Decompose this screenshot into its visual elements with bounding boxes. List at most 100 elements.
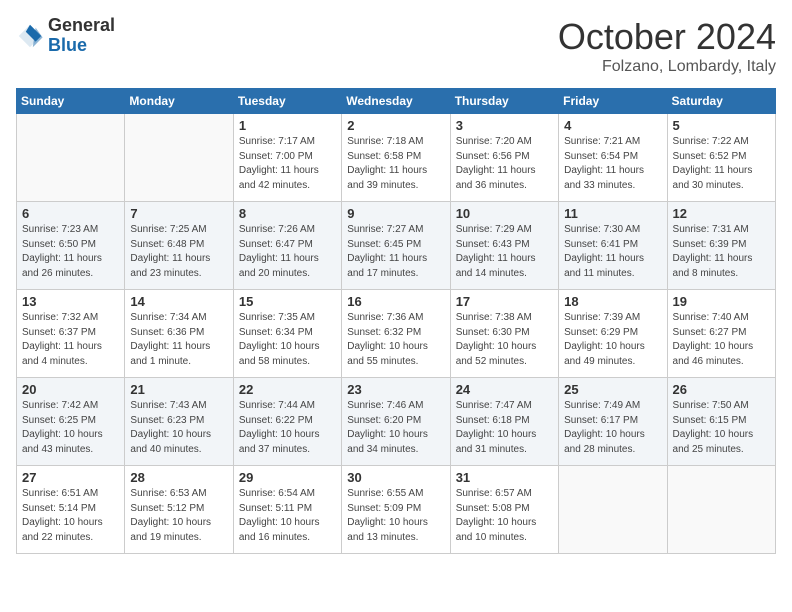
day-info: Sunrise: 7:43 AM Sunset: 6:23 PM Dayligh…	[130, 399, 227, 457]
calendar-cell: 27 Sunrise: 6:51 AM Sunset: 5:14 PM Dayli…	[17, 466, 125, 554]
day-info: Sunrise: 7:20 AM Sunset: 6:56 PM Dayligh…	[456, 135, 553, 193]
day-number: 24	[456, 382, 553, 397]
day-number: 30	[347, 470, 444, 485]
col-header-friday: Friday	[559, 89, 667, 114]
day-number: 18	[564, 294, 661, 309]
logo-text: General Blue	[48, 16, 115, 56]
calendar-cell: 11Sunrise: 7:30 AM Sunset: 6:41 PM Dayli…	[559, 202, 667, 290]
day-number: 2	[347, 118, 444, 133]
day-info: Sunrise: 7:46 AM Sunset: 6:20 PM Dayligh…	[347, 399, 444, 457]
calendar-cell	[559, 466, 667, 554]
day-number: 19	[673, 294, 770, 309]
day-number: 27	[22, 470, 119, 485]
logo-general: General	[48, 16, 115, 36]
calendar-cell: 21Sunrise: 7:43 AM Sunset: 6:23 PM Dayli…	[125, 378, 233, 466]
calendar-cell: 26Sunrise: 7:50 AM Sunset: 6:15 PM Dayli…	[667, 378, 775, 466]
day-info: Sunrise: 7:17 AM Sunset: 7:00 PM Dayligh…	[239, 135, 336, 193]
day-number: 11	[564, 206, 661, 221]
col-header-sunday: Sunday	[17, 89, 125, 114]
calendar-cell: 16 Sunrise: 7:36 AM Sunset: 6:32 PM Dayli…	[342, 290, 450, 378]
week-row-3: 13 Sunrise: 7:32 AM Sunset: 6:37 PM Dayli…	[17, 290, 776, 378]
day-number: 6	[22, 206, 119, 221]
day-info: Sunrise: 6:54 AM Sunset: 5:11 PM Dayligh…	[239, 487, 336, 545]
day-number: 7	[130, 206, 227, 221]
day-info: Sunrise: 7:25 AM Sunset: 6:48 PM Dayligh…	[130, 223, 227, 281]
col-header-wednesday: Wednesday	[342, 89, 450, 114]
calendar-cell: 19 Sunrise: 7:40 AM Sunset: 6:27 PM Dayli…	[667, 290, 775, 378]
day-info: Sunrise: 7:39 AM Sunset: 6:29 PM Dayligh…	[564, 311, 661, 369]
logo: General Blue	[16, 16, 115, 56]
logo-icon	[16, 22, 44, 50]
day-number: 26	[673, 382, 770, 397]
calendar-cell: 14 Sunrise: 7:34 AM Sunset: 6:36 PM Dayli…	[125, 290, 233, 378]
calendar-cell: 20 Sunrise: 7:42 AM Sunset: 6:25 PM Dayli…	[17, 378, 125, 466]
calendar-cell: 31 Sunrise: 6:57 AM Sunset: 5:08 PM Dayli…	[450, 466, 558, 554]
day-info: Sunrise: 7:36 AM Sunset: 6:32 PM Dayligh…	[347, 311, 444, 369]
day-info: Sunrise: 7:32 AM Sunset: 6:37 PM Dayligh…	[22, 311, 119, 369]
day-number: 25	[564, 382, 661, 397]
day-info: Sunrise: 7:26 AM Sunset: 6:47 PM Dayligh…	[239, 223, 336, 281]
day-number: 31	[456, 470, 553, 485]
day-number: 8	[239, 206, 336, 221]
day-info: Sunrise: 7:40 AM Sunset: 6:27 PM Dayligh…	[673, 311, 770, 369]
day-number: 16	[347, 294, 444, 309]
day-info: Sunrise: 7:34 AM Sunset: 6:36 PM Dayligh…	[130, 311, 227, 369]
day-number: 3	[456, 118, 553, 133]
location-title: Folzano, Lombardy, Italy	[558, 58, 776, 76]
calendar-table: SundayMondayTuesdayWednesdayThursdayFrid…	[16, 88, 776, 554]
day-number: 20	[22, 382, 119, 397]
day-info: Sunrise: 7:38 AM Sunset: 6:30 PM Dayligh…	[456, 311, 553, 369]
day-number: 9	[347, 206, 444, 221]
week-row-5: 27 Sunrise: 6:51 AM Sunset: 5:14 PM Dayli…	[17, 466, 776, 554]
day-info: Sunrise: 7:23 AM Sunset: 6:50 PM Dayligh…	[22, 223, 119, 281]
col-header-saturday: Saturday	[667, 89, 775, 114]
calendar-cell: 17Sunrise: 7:38 AM Sunset: 6:30 PM Dayli…	[450, 290, 558, 378]
day-number: 4	[564, 118, 661, 133]
day-number: 22	[239, 382, 336, 397]
calendar-cell: 29 Sunrise: 6:54 AM Sunset: 5:11 PM Dayli…	[233, 466, 341, 554]
day-number: 14	[130, 294, 227, 309]
week-row-4: 20 Sunrise: 7:42 AM Sunset: 6:25 PM Dayli…	[17, 378, 776, 466]
day-info: Sunrise: 7:44 AM Sunset: 6:22 PM Dayligh…	[239, 399, 336, 457]
day-info: Sunrise: 6:51 AM Sunset: 5:14 PM Dayligh…	[22, 487, 119, 545]
day-number: 10	[456, 206, 553, 221]
day-info: Sunrise: 7:27 AM Sunset: 6:45 PM Dayligh…	[347, 223, 444, 281]
day-info: Sunrise: 7:35 AM Sunset: 6:34 PM Dayligh…	[239, 311, 336, 369]
day-number: 15	[239, 294, 336, 309]
calendar-cell: 5 Sunrise: 7:22 AM Sunset: 6:52 PM Daylig…	[667, 114, 775, 202]
calendar-cell: 15 Sunrise: 7:35 AM Sunset: 6:34 PM Dayli…	[233, 290, 341, 378]
calendar-cell: 1Sunrise: 7:17 AM Sunset: 7:00 PM Daylig…	[233, 114, 341, 202]
logo-blue: Blue	[48, 36, 115, 56]
day-info: Sunrise: 7:29 AM Sunset: 6:43 PM Dayligh…	[456, 223, 553, 281]
calendar-cell: 3 Sunrise: 7:20 AM Sunset: 6:56 PM Daylig…	[450, 114, 558, 202]
month-title: October 2024	[558, 16, 776, 58]
day-number: 28	[130, 470, 227, 485]
calendar-cell: 2Sunrise: 7:18 AM Sunset: 6:58 PM Daylig…	[342, 114, 450, 202]
calendar-cell: 18 Sunrise: 7:39 AM Sunset: 6:29 PM Dayli…	[559, 290, 667, 378]
day-info: Sunrise: 6:55 AM Sunset: 5:09 PM Dayligh…	[347, 487, 444, 545]
calendar-cell: 8 Sunrise: 7:26 AM Sunset: 6:47 PM Daylig…	[233, 202, 341, 290]
day-number: 13	[22, 294, 119, 309]
calendar-cell: 24 Sunrise: 7:47 AM Sunset: 6:18 PM Dayli…	[450, 378, 558, 466]
calendar-cell: 7 Sunrise: 7:25 AM Sunset: 6:48 PM Daylig…	[125, 202, 233, 290]
day-info: Sunrise: 7:42 AM Sunset: 6:25 PM Dayligh…	[22, 399, 119, 457]
calendar-cell: 23Sunrise: 7:46 AM Sunset: 6:20 PM Dayli…	[342, 378, 450, 466]
day-info: Sunrise: 6:57 AM Sunset: 5:08 PM Dayligh…	[456, 487, 553, 545]
day-info: Sunrise: 6:53 AM Sunset: 5:12 PM Dayligh…	[130, 487, 227, 545]
day-info: Sunrise: 7:31 AM Sunset: 6:39 PM Dayligh…	[673, 223, 770, 281]
calendar-cell: 28 Sunrise: 6:53 AM Sunset: 5:12 PM Dayli…	[125, 466, 233, 554]
day-info: Sunrise: 7:47 AM Sunset: 6:18 PM Dayligh…	[456, 399, 553, 457]
week-row-1: 1Sunrise: 7:17 AM Sunset: 7:00 PM Daylig…	[17, 114, 776, 202]
calendar-cell: 9 Sunrise: 7:27 AM Sunset: 6:45 PM Daylig…	[342, 202, 450, 290]
day-info: Sunrise: 7:22 AM Sunset: 6:52 PM Dayligh…	[673, 135, 770, 193]
page-header: General Blue October 2024 Folzano, Lomba…	[16, 16, 776, 76]
calendar-cell	[125, 114, 233, 202]
week-row-2: 6 Sunrise: 7:23 AM Sunset: 6:50 PM Daylig…	[17, 202, 776, 290]
calendar-cell: 12Sunrise: 7:31 AM Sunset: 6:39 PM Dayli…	[667, 202, 775, 290]
day-number: 29	[239, 470, 336, 485]
day-number: 5	[673, 118, 770, 133]
calendar-cell: 30 Sunrise: 6:55 AM Sunset: 5:09 PM Dayli…	[342, 466, 450, 554]
calendar-cell: 13 Sunrise: 7:32 AM Sunset: 6:37 PM Dayli…	[17, 290, 125, 378]
calendar-cell: 4Sunrise: 7:21 AM Sunset: 6:54 PM Daylig…	[559, 114, 667, 202]
col-header-monday: Monday	[125, 89, 233, 114]
